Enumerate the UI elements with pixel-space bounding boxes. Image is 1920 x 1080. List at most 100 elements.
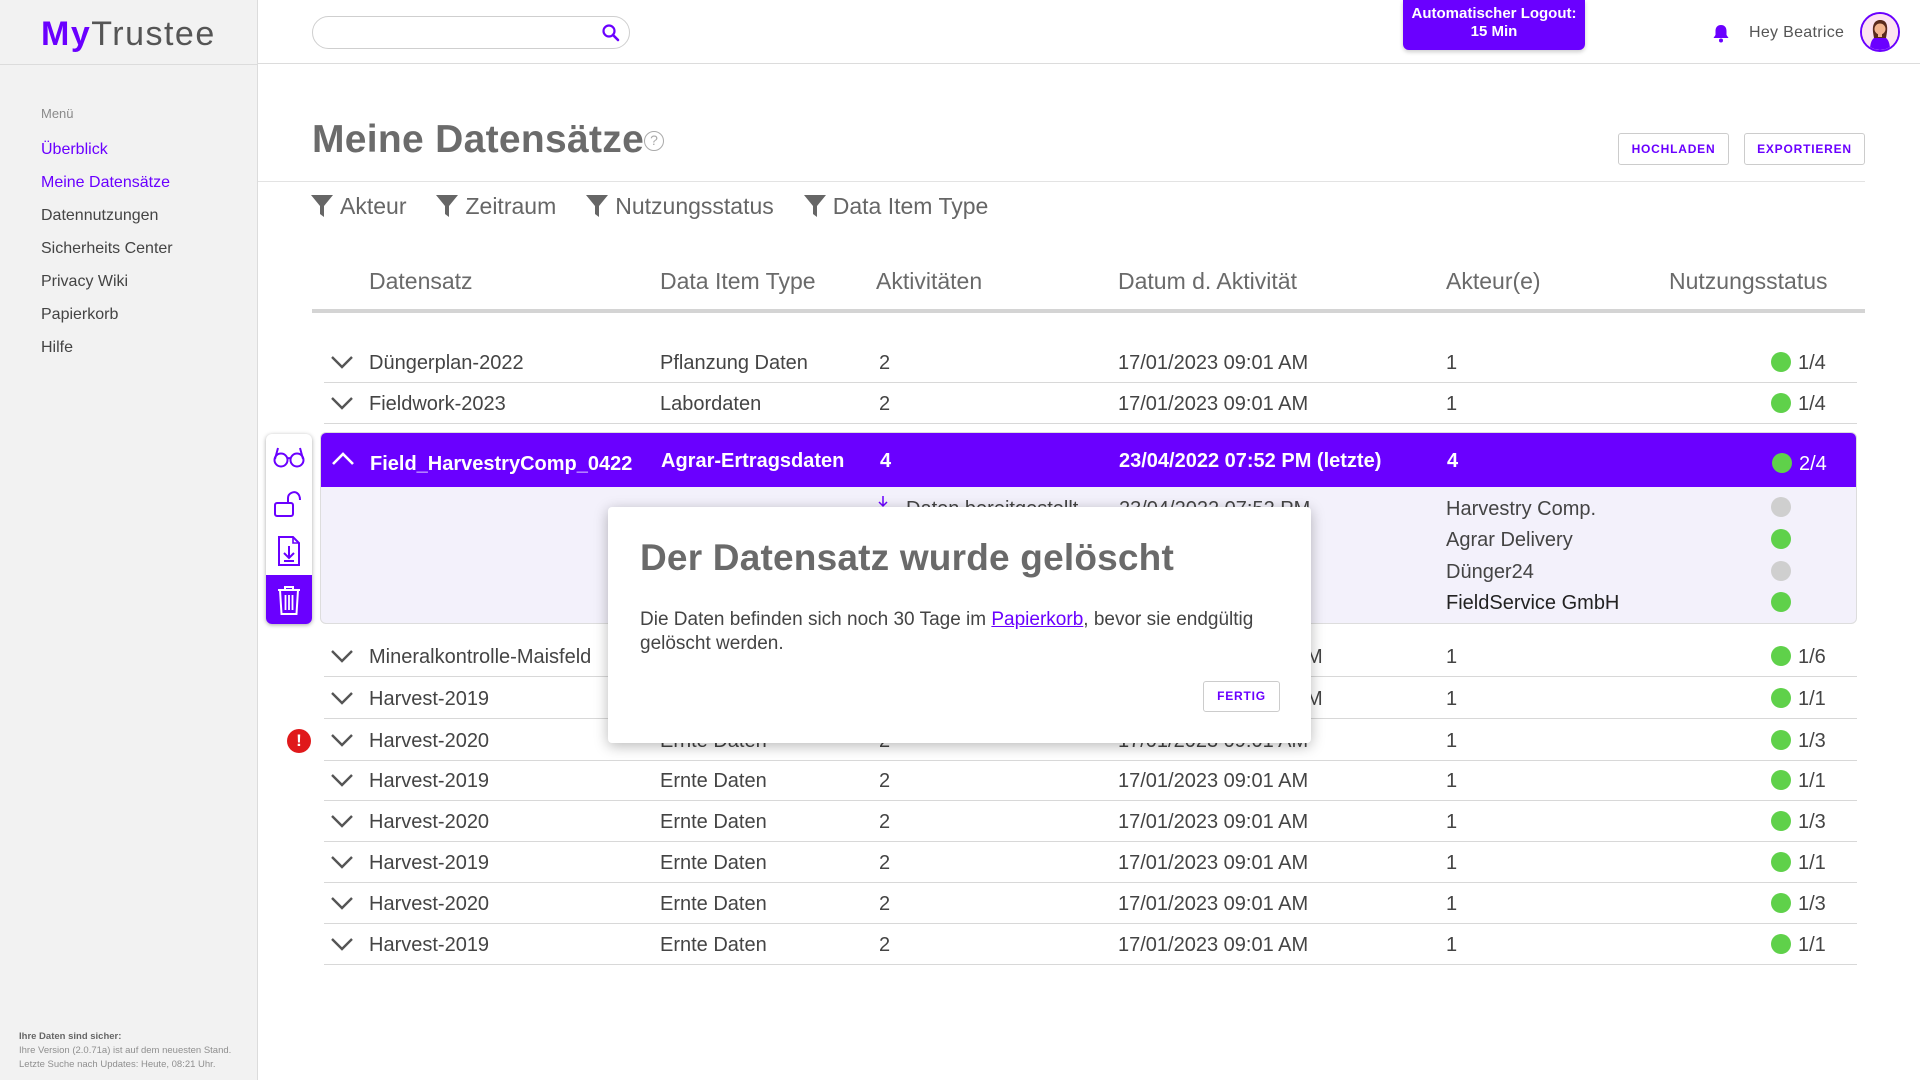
actor-count: 1: [1446, 770, 1458, 792]
column-header-nutzungsstatus[interactable]: Nutzungsstatus: [1669, 268, 1828, 295]
chevron-down-icon[interactable]: [330, 772, 354, 788]
table-row[interactable]: Fieldwork-2023 Labordaten 2 17/01/2023 0…: [324, 383, 1857, 424]
table-row[interactable]: Harvest-2020 Ernte Daten 2 17/01/2023 09…: [324, 801, 1857, 842]
unlock-button[interactable]: [266, 481, 312, 527]
table-row[interactable]: Harvest-2019 Ernte Daten 2 17/01/2023 09…: [324, 842, 1857, 883]
sidebar-item-meine-datensaetze[interactable]: Meine Datensätze: [41, 173, 173, 206]
column-header-datensatz[interactable]: Datensatz: [369, 268, 473, 295]
sidebar-divider: [0, 64, 258, 65]
warning-icon[interactable]: !: [287, 729, 311, 753]
sidebar-item-ueberblick[interactable]: Überblick: [41, 140, 173, 173]
activity-date: 23/04/2022 07:52 PM (letzte): [1119, 450, 1382, 472]
status-dot: [1771, 646, 1791, 666]
table-header-divider: [312, 309, 1865, 313]
dataset-name: Field_HarvestryComp_0422: [370, 453, 633, 475]
sidebar-item-sicherheits-center[interactable]: Sicherheits Center: [41, 239, 173, 272]
done-button[interactable]: FERTIG: [1203, 681, 1280, 712]
avatar-image: [1862, 14, 1898, 50]
bell-icon[interactable]: [1710, 22, 1732, 44]
unlock-icon: [274, 491, 301, 517]
usage-status: 1/4: [1798, 352, 1826, 374]
actor-count: 4: [1447, 450, 1459, 472]
filter-zeitraum[interactable]: Zeitraum: [435, 190, 556, 222]
chevron-down-icon[interactable]: [330, 813, 354, 829]
glasses-icon: [273, 447, 305, 468]
expanded-row-header[interactable]: Field_HarvestryComp_0422 Agrar-Ertragsda…: [321, 433, 1856, 487]
usage-status: 1/4: [1798, 393, 1826, 415]
actor-count: 1: [1446, 852, 1458, 874]
logo[interactable]: MyTrustee: [41, 14, 216, 54]
status-dot: [1771, 934, 1791, 954]
dataset-name: Fieldwork-2023: [369, 393, 506, 415]
chevron-down-icon[interactable]: [330, 936, 354, 952]
chevron-down-icon[interactable]: [330, 854, 354, 870]
column-header-aktivitaeten[interactable]: Aktivitäten: [876, 268, 982, 295]
chevron-down-icon[interactable]: [330, 732, 354, 748]
auto-logout-label: Automatischer Logout:: [1411, 5, 1577, 22]
column-header-datum[interactable]: Datum d. Aktivität: [1118, 268, 1297, 295]
funnel-icon: [586, 195, 609, 217]
logo-part-1: My: [41, 15, 92, 53]
usage-status: 1/1: [1798, 770, 1826, 792]
column-header-data-item-type[interactable]: Data Item Type: [660, 268, 816, 295]
filter-label: Nutzungsstatus: [615, 192, 774, 219]
actor-count: 1: [1446, 688, 1458, 710]
update-info-line: Letzte Suche nach Updates: Heute, 08:21 …: [19, 1059, 216, 1070]
dataset-name: Harvest-2019: [369, 770, 490, 792]
sidebar-menu: Überblick Meine Datensätze Datennutzunge…: [41, 140, 173, 371]
search-input[interactable]: [327, 23, 587, 43]
chevron-down-icon[interactable]: [330, 895, 354, 911]
data-item-type: Ernte Daten: [660, 934, 767, 956]
sidebar-item-hilfe[interactable]: Hilfe: [41, 338, 173, 371]
activity-date: 17/01/2023 09:01 AM: [1118, 352, 1309, 374]
user-greeting: Hey Beatrice: [1749, 24, 1845, 41]
usage-status: 1/1: [1798, 688, 1826, 710]
usage-status: 1/1: [1798, 934, 1826, 956]
filter-akteur[interactable]: Akteur: [310, 190, 406, 222]
table-row[interactable]: Harvest-2020 Ernte Daten 2 17/01/2023 09…: [324, 883, 1857, 924]
deleted-dialog: Der Datensatz wurde gelöscht Die Daten b…: [608, 507, 1311, 743]
sidebar-item-datennutzungen[interactable]: Datennutzungen: [41, 206, 173, 239]
avatar[interactable]: [1860, 12, 1900, 52]
usage-status: 1/3: [1798, 811, 1826, 833]
actor-count: 1: [1446, 934, 1458, 956]
chevron-up-icon[interactable]: [331, 451, 355, 467]
status-dot-inactive: [1771, 497, 1791, 517]
chevron-down-icon[interactable]: [330, 395, 354, 411]
data-item-type: Pflanzung Daten: [660, 352, 808, 374]
table-row[interactable]: Harvest-2019 Ernte Daten 2 17/01/2023 09…: [324, 760, 1857, 801]
status-dot: [1771, 393, 1791, 413]
dataset-name: Düngerplan-2022: [369, 352, 524, 374]
delete-button[interactable]: [266, 575, 312, 624]
column-header-akteure[interactable]: Akteur(e): [1446, 268, 1541, 295]
sidebar-item-privacy-wiki[interactable]: Privacy Wiki: [41, 272, 173, 305]
activity-count: 2: [879, 393, 891, 415]
funnel-icon: [436, 195, 459, 217]
download-button[interactable]: [266, 528, 312, 574]
table-row[interactable]: Harvest-2019 Ernte Daten 2 17/01/2023 09…: [324, 924, 1857, 965]
dialog-text-before: Die Daten befinden sich noch 30 Tage im: [640, 609, 992, 630]
help-icon[interactable]: ?: [644, 131, 664, 151]
version-info-title: Ihre Daten sind sicher:: [19, 1031, 122, 1042]
sidebar-item-papierkorb[interactable]: Papierkorb: [41, 305, 173, 338]
trash-link[interactable]: Papierkorb: [991, 609, 1083, 630]
filter-data-item-type[interactable]: Data Item Type: [803, 190, 988, 222]
export-button[interactable]: EXPORTIEREN: [1744, 133, 1865, 165]
usage-status: 1/3: [1798, 730, 1826, 752]
status-dot: [1771, 688, 1791, 708]
chevron-down-icon[interactable]: [330, 690, 354, 706]
search-icon[interactable]: [601, 23, 621, 43]
filter-bar: Akteur Zeitraum Nutzungsstatus Data Item…: [310, 190, 1017, 222]
activity-date: 17/01/2023 09:01 AM: [1118, 934, 1309, 956]
download-file-icon: [278, 536, 300, 566]
status-dot: [1771, 893, 1791, 913]
table-row[interactable]: Düngerplan-2022 Pflanzung Daten 2 17/01/…: [324, 342, 1857, 383]
chevron-down-icon[interactable]: [330, 354, 354, 370]
usage-status: 1/6: [1798, 646, 1826, 668]
chevron-down-icon[interactable]: [330, 648, 354, 664]
filter-nutzungsstatus[interactable]: Nutzungsstatus: [585, 190, 774, 222]
dataset-name: Harvest-2020: [369, 811, 490, 833]
upload-button[interactable]: HOCHLADEN: [1618, 133, 1729, 165]
view-button[interactable]: [266, 434, 312, 480]
activity-count: 2: [879, 893, 891, 915]
